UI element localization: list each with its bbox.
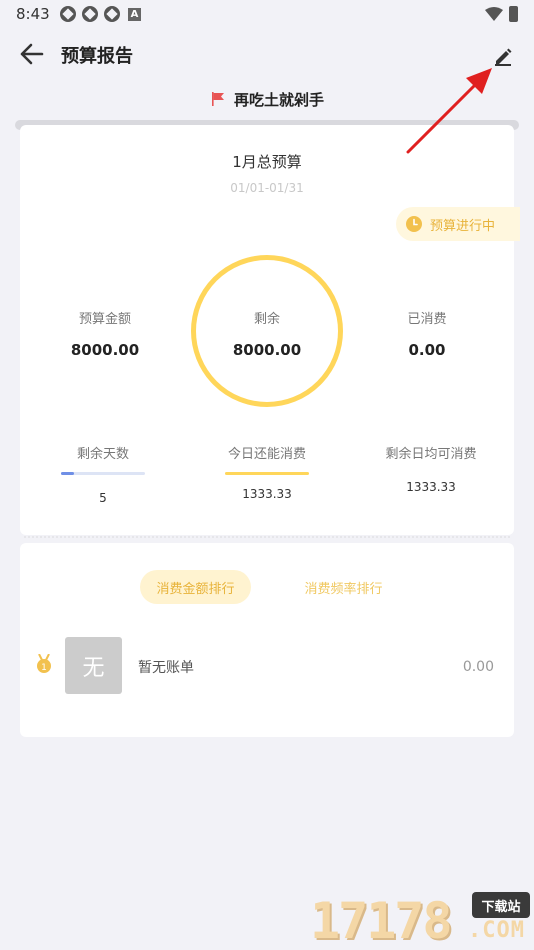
today-spend-bar	[225, 472, 309, 475]
status-bar: 8:43 A	[0, 0, 534, 28]
remaining-value: 8000.00	[232, 341, 302, 359]
system-icons	[485, 6, 518, 22]
daily-average-stat: 剩余日均可消费 1333.33	[356, 443, 506, 494]
watermark-digits: 17178	[310, 892, 453, 950]
remaining-label: 剩余	[253, 312, 280, 327]
annotation-arrow	[406, 68, 492, 154]
ticket-separator	[24, 536, 510, 538]
svg-text:1: 1	[41, 663, 47, 673]
back-arrow-icon[interactable]	[16, 40, 48, 68]
days-left-value: 5	[99, 491, 107, 505]
days-left-stat: 剩余天数 5	[28, 443, 178, 505]
budget-card: 1月总预算 01/01-01/31 预算进行中 预算金额 8000.00 剩余 …	[20, 125, 520, 535]
spent-value: 0.00	[408, 341, 446, 359]
status-time: 8:43	[16, 5, 50, 23]
today-spend-label: 今日还能消费	[227, 447, 306, 462]
wifi-icon	[485, 7, 503, 21]
notification-a-icon: A	[128, 7, 141, 21]
page-title: 预算报告	[61, 46, 133, 67]
today-spend-value: 1333.33	[242, 487, 292, 501]
watermark-badge: 下载站	[472, 892, 530, 918]
spent-stat: 已消费 0.00	[377, 308, 477, 359]
notification-icon	[82, 6, 98, 22]
empty-bill-label: 暂无账单	[138, 660, 194, 676]
budget-status-text: 预算进行中	[430, 218, 496, 234]
budget-amount-stat: 预算金额 8000.00	[55, 308, 155, 359]
empty-bill-amount: 0.00	[462, 659, 494, 675]
notification-icons: A	[60, 6, 141, 22]
tab-spend-amount[interactable]: 消费金额排行	[140, 570, 251, 604]
budget-status-badge: 预算进行中	[396, 207, 520, 241]
budget-report-screen: 8:43 A 预算报告 再吃土就剁手 1月总预算 01/01-01/31 预算进…	[0, 0, 534, 950]
budget-amount-label: 预算金额	[78, 312, 131, 327]
site-watermark: 17178 下载站 .COM	[308, 888, 534, 950]
notification-icon	[104, 6, 120, 22]
daily-average-label: 剩余日均可消费	[385, 447, 477, 462]
empty-bill-avatar: 无	[65, 637, 122, 694]
watermark-domain: .COM	[468, 918, 525, 943]
battery-icon	[509, 6, 518, 22]
budget-date-range: 01/01-01/31	[230, 181, 304, 195]
medal-icon: 1	[37, 654, 51, 673]
tab-spend-frequency[interactable]: 消费频率排行	[288, 570, 399, 604]
remaining-stat: 剩余 8000.00	[217, 308, 317, 359]
book-name: 再吃土就剁手	[233, 90, 324, 109]
ranking-card: 消费金额排行 消费频率排行 1 无 暂无账单 0.00	[20, 543, 514, 737]
days-left-label: 剩余天数	[76, 447, 129, 462]
spent-label: 已消费	[407, 312, 447, 327]
notification-icon	[60, 6, 76, 22]
budget-amount-value: 8000.00	[70, 341, 140, 359]
days-left-progress-fill	[61, 472, 75, 475]
daily-average-value: 1333.33	[406, 480, 456, 494]
today-spend-stat: 今日还能消费 1333.33	[192, 443, 342, 501]
clock-icon	[406, 216, 422, 232]
days-left-progress	[61, 472, 145, 475]
flag-icon	[211, 92, 224, 106]
